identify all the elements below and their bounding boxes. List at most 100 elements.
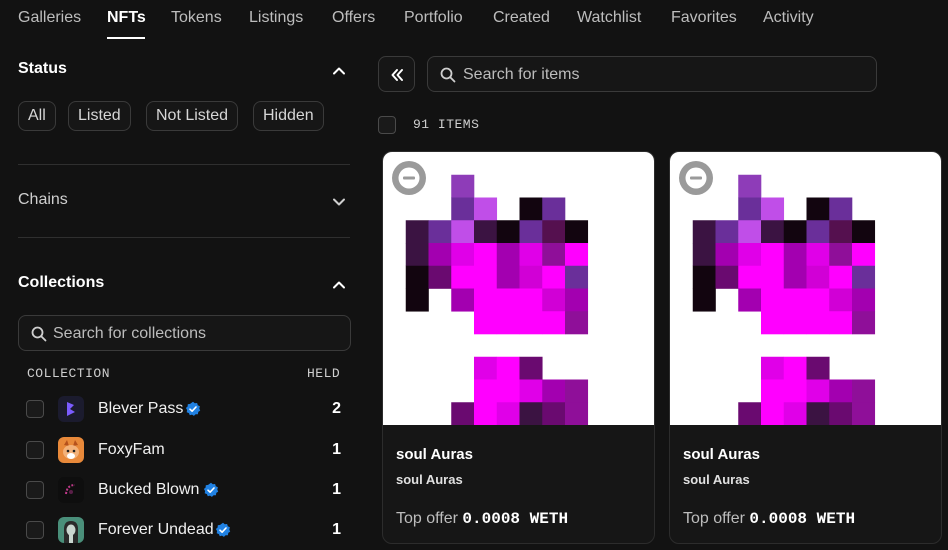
nft-pixel (738, 402, 762, 426)
status-chip-not-listed[interactable]: Not Listed (146, 101, 239, 131)
nft-pixel (496, 265, 520, 289)
top-offer-value: 0.0008 WETH (749, 510, 856, 528)
nft-pixel (783, 265, 807, 289)
nft-pixel (428, 243, 452, 267)
nft-pixel (738, 174, 762, 198)
collection-checkbox[interactable] (26, 400, 44, 418)
nft-pixel (829, 197, 853, 221)
nft-pixel (496, 243, 520, 267)
collection-row-foxyfam[interactable]: FoxyFam 1 (26, 437, 344, 463)
nft-pixel (451, 243, 475, 267)
status-title: Status (18, 60, 67, 77)
nft-pixel (806, 402, 830, 426)
collection-column-header: COLLECTION (27, 366, 111, 381)
tab-portfolio[interactable]: Portfolio (404, 9, 463, 27)
collection-name: Bucked Blown (98, 481, 200, 498)
nft-pixel (783, 402, 807, 426)
collections-title: Collections (18, 274, 105, 291)
items-search-input[interactable] (463, 65, 863, 85)
nft-pixel (852, 265, 876, 289)
nft-pixel (829, 379, 853, 403)
nft-pixel (783, 311, 807, 335)
tab-nfts[interactable]: NFTs (107, 9, 146, 27)
nft-pixel (715, 220, 739, 244)
collections-section-header[interactable]: Collections (18, 274, 350, 298)
chevron-up-icon (333, 67, 345, 75)
items-count: 91 ITEMS (413, 117, 480, 132)
nft-pixel (405, 265, 429, 289)
status-chip-all[interactable]: All (18, 101, 56, 131)
nft-pixel (542, 311, 566, 335)
nft-pixel (451, 197, 475, 221)
tab-created[interactable]: Created (493, 9, 550, 27)
nft-pixel (405, 220, 429, 244)
nft-card[interactable]: soul Auras soul Auras Top offer 0.0008 W… (382, 151, 655, 544)
select-all-checkbox[interactable] (378, 116, 396, 134)
tab-activity[interactable]: Activity (763, 9, 814, 27)
nft-title: soul Auras (396, 446, 473, 463)
nft-pixel (405, 288, 429, 312)
nft-pixel (496, 379, 520, 403)
hide-item-icon[interactable] (678, 160, 714, 196)
nft-pixel (565, 379, 589, 403)
collection-row-blever-pass[interactable]: Blever Pass 2 (26, 396, 344, 422)
nft-pixel (852, 243, 876, 267)
top-nav: Galleries NFTs Tokens Listings Offers Po… (0, 0, 948, 40)
chevron-down-icon (333, 198, 345, 206)
nft-pixel (806, 311, 830, 335)
search-icon (440, 67, 456, 83)
divider (18, 164, 350, 165)
hide-item-icon[interactable] (391, 160, 427, 196)
nft-pixel (519, 402, 543, 426)
collection-checkbox[interactable] (26, 521, 44, 539)
nft-pixel (852, 402, 876, 426)
nft-pixel (542, 288, 566, 312)
active-tab-indicator (107, 37, 145, 39)
nft-pixel (761, 311, 785, 335)
tab-favorites[interactable]: Favorites (671, 9, 737, 27)
collection-row-bucked-blown[interactable]: Bucked Blown 1 (26, 477, 344, 503)
tab-offers[interactable]: Offers (332, 9, 375, 27)
tab-galleries[interactable]: Galleries (18, 9, 81, 27)
nft-pixel (496, 356, 520, 380)
nft-pixel (761, 402, 785, 426)
nft-pixel (474, 311, 498, 335)
nft-pixel (738, 220, 762, 244)
nft-pixel (474, 220, 498, 244)
chains-section-header[interactable]: Chains (18, 191, 350, 215)
nft-pixel (542, 379, 566, 403)
nft-pixel (715, 265, 739, 289)
nft-pixel (829, 243, 853, 267)
collection-checkbox[interactable] (26, 481, 44, 499)
tab-listings[interactable]: Listings (249, 9, 303, 27)
verified-badge-icon (203, 482, 219, 497)
nft-pixel (565, 243, 589, 267)
status-section-header[interactable]: Status (18, 60, 350, 84)
collection-row-forever-undead[interactable]: Forever Undead 1 (26, 517, 344, 543)
nft-card[interactable]: soul Auras soul Auras Top offer 0.0008 W… (669, 151, 942, 544)
nft-pixel (761, 220, 785, 244)
verified-badge-icon (185, 401, 201, 416)
tab-tokens[interactable]: Tokens (171, 9, 222, 27)
collections-search-input[interactable] (53, 324, 333, 344)
nft-pixel (428, 220, 452, 244)
nft-pixel (519, 288, 543, 312)
nft-pixel (496, 220, 520, 244)
nft-pixel (428, 265, 452, 289)
nft-pixel (715, 243, 739, 267)
collection-checkbox[interactable] (26, 441, 44, 459)
collection-held-count: 1 (332, 481, 341, 498)
status-chip-listed[interactable]: Listed (68, 101, 131, 131)
collection-held-count: 1 (332, 441, 341, 458)
verified-badge-icon (215, 522, 231, 537)
nft-pixel (738, 197, 762, 221)
collapse-sidebar-button[interactable] (378, 56, 415, 92)
nft-pixel (565, 220, 589, 244)
status-chip-hidden[interactable]: Hidden (253, 101, 324, 131)
nft-pixel (806, 379, 830, 403)
nft-pixel (829, 311, 853, 335)
nft-pixel (761, 265, 785, 289)
nft-pixel (519, 243, 543, 267)
nft-pixel (852, 220, 876, 244)
tab-watchlist[interactable]: Watchlist (577, 9, 641, 27)
